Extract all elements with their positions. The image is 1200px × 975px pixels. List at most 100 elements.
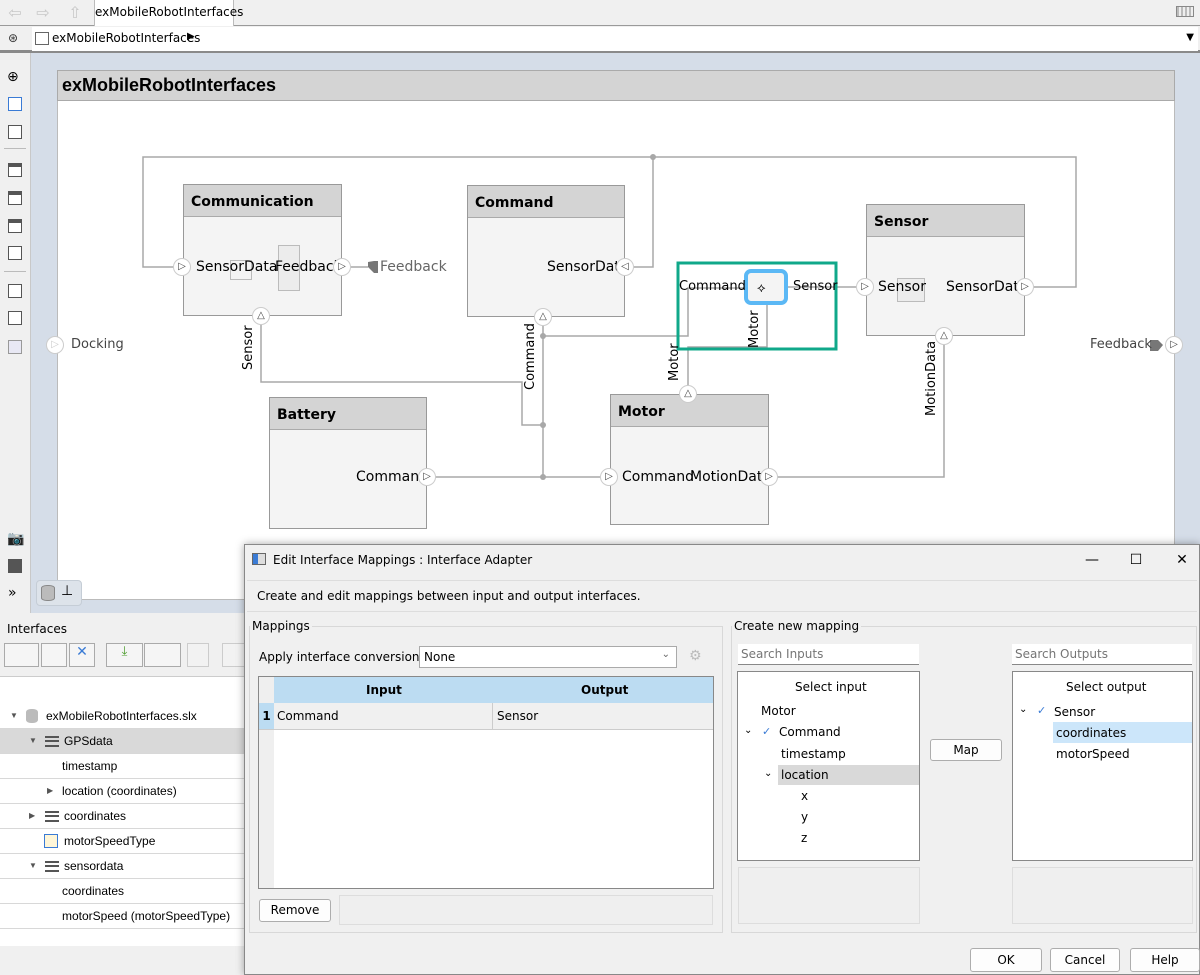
component-communication[interactable]: Communication [183,184,342,316]
tree-row[interactable]: ▼ GPSdata [0,729,248,754]
output-tree: Select output ⌄ ✓ Sensor coordinates mot… [1012,671,1193,861]
root-port-label: Feedback [380,259,447,275]
tree-label: coordinates [64,809,127,823]
dialog-description: Create and edit mappings between input a… [247,580,1197,612]
component-command[interactable]: Command [467,185,625,317]
adapter-icon: ⟡ [757,281,766,296]
expand-caret-icon[interactable]: ▼ [29,729,37,753]
adapter-motor-label: Motor [747,310,762,348]
input-item[interactable]: Command [779,725,841,739]
expand-caret-icon[interactable]: ⌄ [744,725,752,736]
tree-row[interactable]: motorSpeed (motorSpeedType) [0,904,248,929]
input-item[interactable]: z [801,831,807,845]
expand-caret-icon[interactable]: ⌄ [1019,704,1027,715]
value-type-icon [44,834,58,848]
search-outputs-field[interactable] [1012,644,1192,665]
adapter-output-label: Sensor [793,279,838,294]
connection-label: Sensor [241,325,256,370]
input-item[interactable]: timestamp [781,747,846,761]
save-dictionary-button[interactable] [144,643,181,667]
tree-row[interactable]: ▼ sensordata [0,854,248,879]
expand-caret-icon[interactable]: ▼ [29,854,37,878]
mappings-legend: Mappings [252,619,310,633]
tree-label: coordinates [62,884,125,898]
tree-row[interactable]: motorSpeedType [0,829,248,854]
close-icon[interactable]: ✕ [1159,545,1200,575]
ok-button[interactable]: OK [970,948,1042,972]
map-button[interactable]: Map [930,739,1002,761]
dialog-title-bar: Edit Interface Mappings : Interface Adap… [245,545,1199,575]
port-in-icon[interactable]: ◁ [616,258,634,276]
cell-output[interactable]: Sensor [497,709,538,723]
maximize-icon[interactable]: ☐ [1113,545,1159,575]
tree-row[interactable]: coordinates [0,879,248,904]
collapse-caret-icon[interactable]: ▶ [47,779,53,803]
component-battery[interactable]: Battery [269,397,427,529]
connection-label: MotionData [924,340,939,416]
add-interface-button[interactable] [4,643,39,667]
cancel-button[interactable]: Cancel [1050,948,1120,972]
root-port-in-icon[interactable]: ▷ [46,336,64,354]
interface-editor-tab-icon[interactable] [41,585,55,601]
port-physical-icon[interactable]: △ [679,385,697,403]
connection-label: Motor [667,343,682,381]
input-item[interactable]: x [801,789,808,803]
component-title: Command [468,186,624,218]
input-item[interactable]: location [781,768,829,782]
tree-row[interactable]: ▶ location (coordinates) [0,779,248,804]
checkmark-icon: ✓ [762,725,772,738]
column-header-output[interactable]: Output [581,683,628,697]
output-item[interactable]: motorSpeed [1056,747,1130,761]
tree-row[interactable]: ▶ coordinates [0,804,248,829]
tree-row[interactable]: timestamp [0,754,248,779]
expand-caret-icon[interactable]: ⌄ [764,768,772,779]
remove-button[interactable]: Remove [259,899,331,922]
connection-line [634,157,654,268]
table-row[interactable]: 1 Command Sensor [259,703,713,730]
input-item[interactable]: Motor [761,704,796,718]
conversion-dropdown[interactable]: None ⌄ [419,646,677,668]
port-in-icon[interactable]: ▷ [173,258,191,276]
import-button[interactable]: ⤓ [106,643,143,667]
component-title: Communication [184,185,341,217]
hierarchy-tab-icon[interactable]: ⊥ [61,583,73,599]
port-out-icon[interactable]: ▷ [1016,278,1034,296]
port-out-icon[interactable]: ▷ [760,468,778,486]
port-physical-icon[interactable]: △ [252,307,270,325]
output-item[interactable]: coordinates [1056,726,1126,740]
component-title: Battery [270,398,426,430]
port-out-icon[interactable]: ▷ [418,468,436,486]
output-item[interactable]: Sensor [1054,705,1095,719]
expand-caret-icon[interactable]: ▼ [10,704,18,728]
feedback-port-tag [368,261,378,273]
port-in-icon[interactable]: ▷ [856,278,874,296]
input-item[interactable]: y [801,810,808,824]
root-port-label: Docking [71,337,124,352]
root-port-out-icon[interactable]: ▷ [1165,336,1183,354]
output-tree-header: Select output [1066,680,1147,694]
conversion-settings-icon[interactable]: ⚙ [689,648,702,664]
root-port-label: Feedback [1090,337,1152,352]
component-motor[interactable]: Motor [610,394,769,525]
column-header-input[interactable]: Input [366,683,402,697]
port-out-icon[interactable]: ▷ [333,258,351,276]
tree-label: motorSpeedType [64,834,156,848]
minimize-icon[interactable]: — [1069,545,1115,575]
cell-input[interactable]: Command [277,709,339,723]
tree-label: sensordata [64,859,124,873]
add-element-button[interactable] [41,643,67,667]
junction-dot [540,333,546,339]
collapse-caret-icon[interactable]: ▶ [29,804,35,828]
conversion-label: Apply interface conversion: [259,650,424,664]
help-button[interactable]: Help [1130,948,1200,972]
search-inputs-field[interactable] [738,644,919,665]
adapter-block [744,269,788,305]
component-sensor[interactable]: Sensor [866,204,1025,336]
port-in-icon[interactable]: ▷ [600,468,618,486]
details-area [339,895,713,925]
tree-row[interactable]: ▼ exMobileRobotInterfaces.slx [0,704,248,729]
connection-line [777,345,945,478]
link-dictionary-button[interactable] [187,643,209,667]
delete-button[interactable]: ✕ [69,643,95,667]
port-label: MotionData [690,469,771,485]
